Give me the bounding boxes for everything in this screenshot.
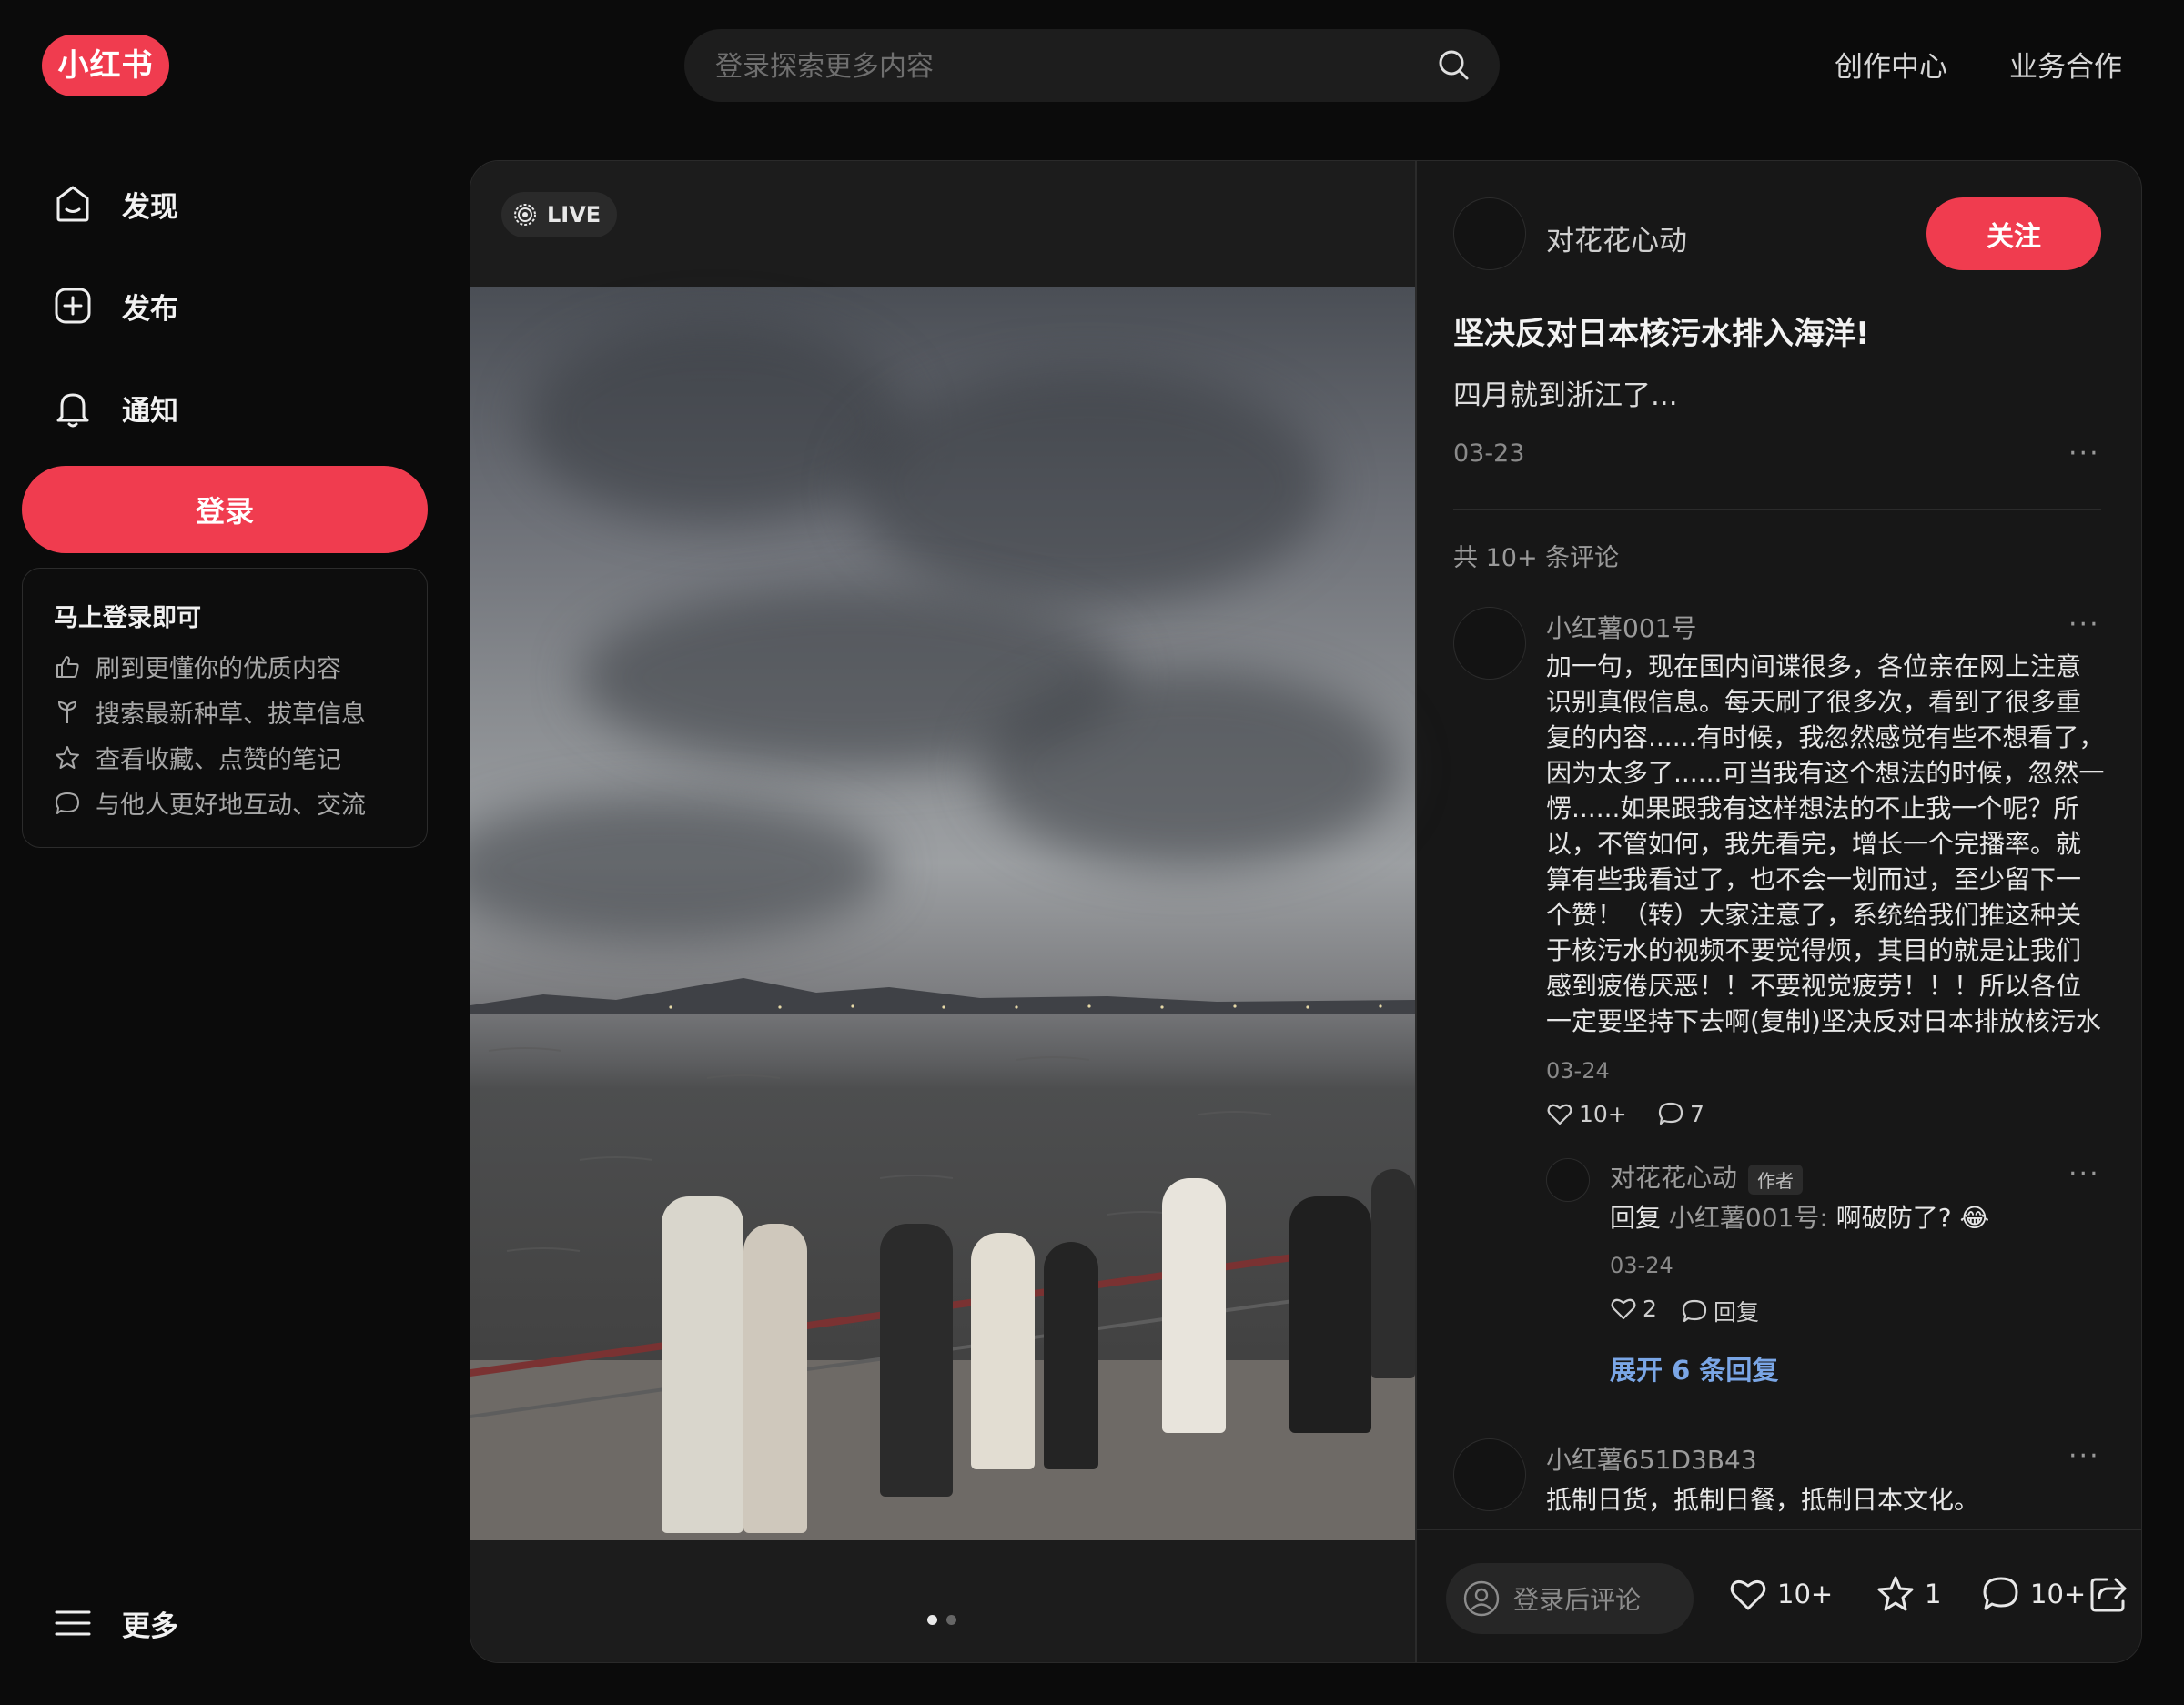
commenter-avatar[interactable] <box>1453 1438 1526 1511</box>
expand-replies-link[interactable]: 展开 6 条回复 <box>1610 1349 1778 1387</box>
promo-item: 刷到更懂你的优质内容 <box>54 649 341 684</box>
menu-icon <box>51 1601 95 1645</box>
note-more-options[interactable]: ··· <box>2068 440 2100 468</box>
search-icon[interactable] <box>1436 47 1472 84</box>
sidebar-item-label: 发布 <box>122 292 178 326</box>
sidebar-item-discover[interactable]: 发现 <box>51 177 178 231</box>
promo-item: 搜索最新种草、拔草信息 <box>54 694 366 730</box>
note-date: 03-23 <box>1453 439 1525 468</box>
promo-item-label: 查看收藏、点赞的笔记 <box>96 746 341 774</box>
user-avatar-icon <box>1462 1579 1501 1618</box>
reply-like-count: 2 <box>1643 1295 1657 1322</box>
chat-bubble-icon <box>54 790 81 817</box>
author-tag: 作者 <box>1748 1164 1804 1195</box>
divider <box>1453 509 2101 510</box>
comment-username[interactable]: 小红薯651D3B43 <box>1546 1440 1757 1477</box>
sidebar-item-publish[interactable]: 发布 <box>51 278 178 333</box>
share-icon <box>2088 1574 2128 1614</box>
share-button[interactable] <box>2088 1574 2138 1614</box>
sidebar-item-label: 更多 <box>122 1609 178 1643</box>
comment-input[interactable]: 登录后评论 <box>1446 1563 1694 1634</box>
pagination-dot-active[interactable] <box>927 1615 937 1625</box>
promo-title: 马上登录即可 <box>54 604 201 632</box>
reply-label: 回复 <box>1714 1299 1760 1326</box>
comment-more-options[interactable]: ··· <box>2068 1443 2100 1470</box>
thumbs-up-icon <box>54 653 81 681</box>
note-title: 坚决反对日本核污水排入海洋! <box>1453 316 1870 352</box>
chat-bubble-icon <box>1657 1100 1684 1127</box>
reply-username[interactable]: 对花花心动 作者 <box>1610 1158 1804 1195</box>
comment-like-button[interactable]: 10+ <box>1546 1100 1627 1127</box>
reply-to-reply-button[interactable]: 回复 <box>1681 1295 1759 1327</box>
promo-item-label: 与他人更好地互动、交流 <box>96 792 366 820</box>
author-avatar[interactable] <box>1453 197 1526 270</box>
reply-date: 03-24 <box>1610 1253 1673 1278</box>
creator-center-link[interactable]: 创作中心 <box>1835 44 1947 85</box>
promo-item-label: 刷到更懂你的优质内容 <box>96 655 341 683</box>
comment-button[interactable]: 10+ <box>1981 1574 2086 1614</box>
star-icon <box>54 744 81 772</box>
login-button[interactable]: 登录 <box>22 466 428 553</box>
sprout-icon <box>54 699 81 726</box>
like-count: 10+ <box>1777 1579 1834 1609</box>
collect-count: 1 <box>1925 1579 1942 1609</box>
note-info-pane: 对花花心动 关注 坚决反对日本核污水排入海洋! 四月就到浙江了... 03-23… <box>1417 161 2141 1662</box>
comment-reply-button[interactable]: 7 <box>1657 1100 1704 1127</box>
live-photo-icon <box>512 202 538 227</box>
media-pane: LIVE <box>470 161 1415 1662</box>
comment-like-count: 10+ <box>1579 1100 1627 1127</box>
chat-bubble-icon <box>1681 1297 1708 1325</box>
comment-text: 加一句，现在国内间谍很多，各位亲在网上注意 识别真假信息。每天刷了很多次，看到了… <box>1546 651 2105 1036</box>
sidebar-item-notifications[interactable]: 通知 <box>51 380 178 435</box>
pagination-dot[interactable] <box>946 1615 956 1625</box>
image-pagination <box>927 1615 956 1625</box>
note-detail-card: LIVE 对花花心动 关注 坚决反对日本核污水排入海洋! 四月就到浙江了... … <box>470 160 2142 1663</box>
commenter-avatar[interactable] <box>1453 607 1526 680</box>
discover-icon <box>51 182 95 226</box>
search-input[interactable] <box>713 29 1409 104</box>
live-badge-label: LIVE <box>547 202 602 227</box>
sidebar-item-label: 发现 <box>122 190 178 224</box>
note-photo[interactable] <box>470 287 1415 1540</box>
promo-item: 查看收藏、点赞的笔记 <box>54 740 341 775</box>
author-name[interactable]: 对花花心动 <box>1546 217 1687 258</box>
chat-bubble-icon <box>1981 1574 2021 1614</box>
promo-item: 与他人更好地互动、交流 <box>54 785 366 821</box>
heart-icon <box>1610 1295 1637 1322</box>
replier-avatar[interactable] <box>1546 1158 1590 1202</box>
business-cooperation-link[interactable]: 业务合作 <box>2009 44 2122 85</box>
comment-count: 共 10+ 条评论 <box>1453 544 1620 572</box>
live-photo-badge[interactable]: LIVE <box>501 192 618 237</box>
note-action-bar: 登录后评论 10+ 1 10+ <box>1417 1529 2141 1662</box>
sidebar-item-label: 通知 <box>122 394 178 428</box>
bell-icon <box>51 386 95 429</box>
reply-text: 回复 小红薯001号: 啊破防了? 😂 <box>1610 1203 1990 1233</box>
promo-item-label: 搜索最新种草、拔草信息 <box>96 701 366 729</box>
comment-more-options[interactable]: ··· <box>2068 611 2100 639</box>
collect-button[interactable]: 1 <box>1876 1574 1941 1614</box>
follow-button[interactable]: 关注 <box>1926 197 2101 270</box>
comment-date: 03-24 <box>1546 1058 1610 1084</box>
star-icon <box>1876 1574 1916 1614</box>
comment-input-placeholder: 登录后评论 <box>1513 1585 1642 1615</box>
comment-reply-count: 7 <box>1690 1100 1704 1127</box>
heart-icon <box>1728 1574 1768 1614</box>
xiaohongshu-logo[interactable]: 小红书 <box>42 35 169 96</box>
comment-count-bottom: 10+ <box>2030 1579 2087 1609</box>
publish-plus-icon <box>51 284 95 328</box>
note-body: 四月就到浙江了... <box>1453 379 1678 412</box>
heart-icon <box>1546 1100 1573 1127</box>
reply-like-button[interactable]: 2 <box>1610 1295 1657 1322</box>
like-button[interactable]: 10+ <box>1728 1574 1833 1614</box>
comment-username[interactable]: 小红薯001号 <box>1546 609 1696 645</box>
login-benefits-card: 马上登录即可 刷到更懂你的优质内容 搜索最新种草、拔草信息 查看收藏、点赞的笔记… <box>22 568 428 848</box>
search-bar[interactable] <box>684 29 1500 104</box>
reply-more-options[interactable]: ··· <box>2068 1161 2100 1188</box>
sidebar-item-more[interactable]: 更多 <box>51 1596 178 1650</box>
comment-text: 抵制日货，抵制日餐，抵制日本文化。 <box>1546 1485 1980 1515</box>
